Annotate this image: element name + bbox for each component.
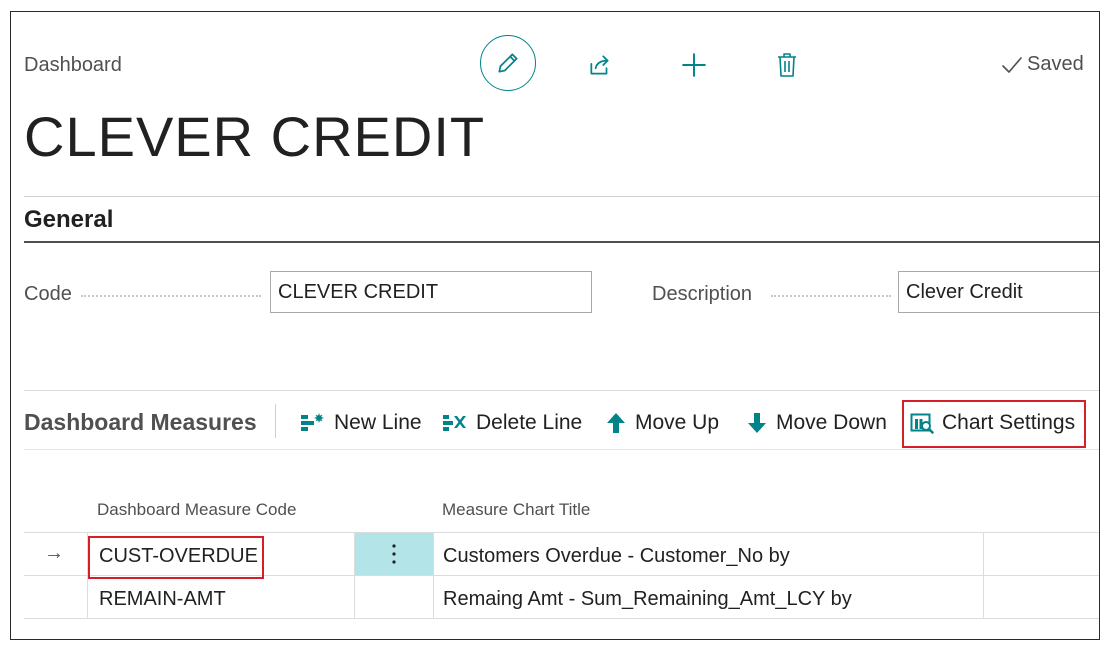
delete-button[interactable]: [772, 50, 802, 80]
subpage-title[interactable]: Dashboard Measures: [24, 409, 257, 436]
edit-pencil-icon: [498, 53, 518, 73]
delete-line-button[interactable]: Delete Line: [442, 411, 582, 435]
new-line-button[interactable]: New Line: [300, 411, 422, 435]
edit-button[interactable]: [480, 35, 536, 91]
chart-settings-highlight: [902, 400, 1086, 448]
action-divider: [275, 404, 276, 438]
measure-code-highlight: [88, 536, 264, 579]
table-row-2-code[interactable]: REMAIN-AMT: [99, 588, 226, 611]
divider: [24, 449, 1099, 450]
code-field[interactable]: CLEVER CREDIT: [270, 271, 592, 313]
arrow-up-icon: [607, 413, 625, 433]
trash-icon: [778, 53, 796, 77]
new-line-icon: [301, 413, 324, 431]
app-window: Dashboard Saved CLEVER CREDIT General Co…: [10, 11, 1100, 640]
vertical-ellipsis-icon: [392, 544, 396, 564]
table-row-1-title[interactable]: Customers Overdue - Customer_No by: [443, 545, 790, 568]
column-divider: [983, 532, 984, 618]
new-button[interactable]: [679, 50, 709, 80]
current-row-arrow-icon: →: [44, 542, 64, 564]
saved-label: Saved: [1027, 53, 1084, 75]
breadcrumb[interactable]: Dashboard: [24, 54, 122, 77]
share-icon: [590, 55, 609, 75]
row-actions-menu[interactable]: [355, 533, 433, 575]
section-title-general[interactable]: General: [24, 206, 113, 234]
delete-line-label: Delete Line: [476, 411, 583, 434]
move-up-label: Move Up: [635, 411, 720, 434]
column-divider: [433, 532, 434, 618]
column-header-measure-code[interactable]: Dashboard Measure Code: [97, 500, 296, 520]
checkmark-icon: [1002, 56, 1022, 73]
table-row-2-title[interactable]: Remaing Amt - Sum_Remaining_Amt_LCY by: [443, 588, 852, 611]
plus-icon: [682, 53, 706, 77]
code-label: Code: [24, 283, 72, 305]
description-label: Description: [652, 283, 753, 305]
description-label-dots: [771, 295, 891, 297]
row-divider: [24, 618, 1099, 619]
move-down-label: Move Down: [776, 411, 887, 434]
move-up-button[interactable]: Move Up: [605, 411, 719, 435]
new-line-label: New Line: [334, 411, 422, 434]
delete-line-icon: [443, 415, 466, 431]
code-label-dots: [81, 295, 261, 297]
divider: [24, 390, 1099, 391]
page-title: CLEVER CREDIT: [24, 105, 486, 168]
share-button[interactable]: [585, 50, 615, 80]
row-divider: [24, 532, 1099, 533]
section-divider: [24, 241, 1099, 243]
move-down-button[interactable]: Move Down: [746, 411, 887, 435]
divider: [24, 196, 1099, 197]
saved-status: Saved: [1001, 53, 1084, 76]
description-field[interactable]: Clever Credit: [898, 271, 1099, 313]
arrow-down-icon: [748, 413, 766, 433]
column-header-chart-title[interactable]: Measure Chart Title: [442, 500, 590, 520]
